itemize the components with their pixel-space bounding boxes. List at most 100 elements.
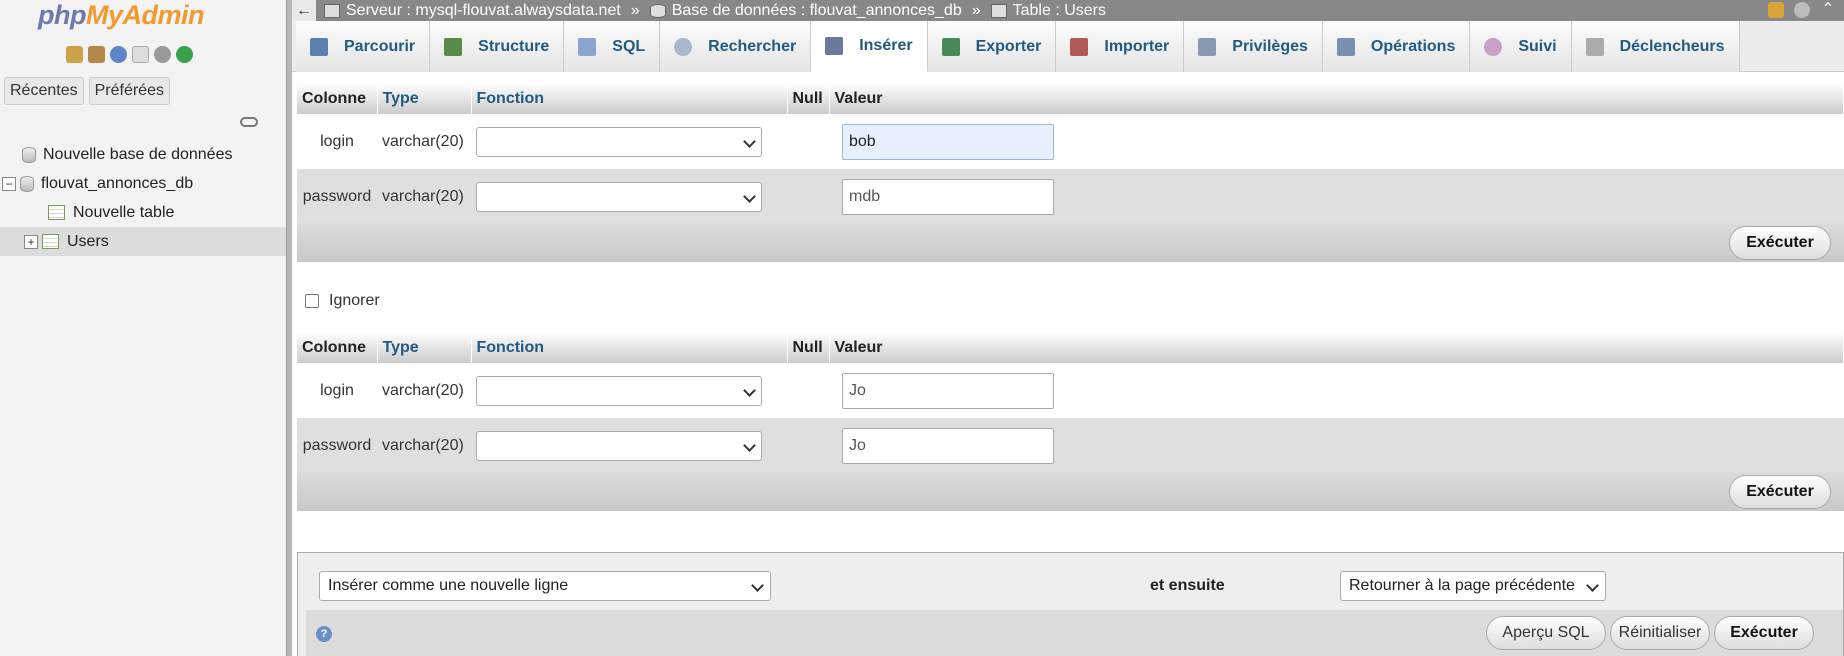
column-name: password xyxy=(297,418,377,473)
value-input[interactable] xyxy=(842,123,1054,160)
function-select[interactable] xyxy=(476,181,762,212)
panel-splitter[interactable] xyxy=(286,0,292,656)
value-input[interactable] xyxy=(842,372,1054,409)
table-row: password varchar(20) xyxy=(297,169,1844,224)
execute-button-1[interactable]: Exécuter xyxy=(1729,226,1831,260)
privileges-icon xyxy=(1198,37,1217,56)
tree-label-new-table: Nouvelle table xyxy=(73,203,175,221)
database-icon xyxy=(20,175,34,192)
breadcrumb: ← Serveur : mysql-flouvat.alwaysdata.net… xyxy=(292,0,1844,21)
eye-icon xyxy=(1484,37,1503,56)
new-database-icon xyxy=(22,146,36,163)
docs-icon[interactable] xyxy=(132,46,149,63)
search-icon xyxy=(674,37,693,56)
execute-button[interactable]: Exécuter xyxy=(1714,616,1814,650)
col-header-colonne: Colonne xyxy=(297,83,378,114)
top-right-icons: ⌃ xyxy=(1768,2,1836,18)
reload-icon[interactable] xyxy=(176,46,193,63)
col-header-fonction[interactable]: Fonction xyxy=(471,332,788,363)
bottom-actions: ? Aperçu SQL Réinitialiser Exécuter xyxy=(306,610,1843,656)
insert-form-1: Colonne Type Fonction Null Valeur login … xyxy=(297,83,1844,224)
wrench-icon xyxy=(1336,37,1355,56)
breadcrumb-server[interactable]: Serveur : mysql-flouvat.alwaysdata.net xyxy=(324,2,621,20)
tab-label: Importer xyxy=(1104,37,1170,55)
ignore-option[interactable]: Ignorer xyxy=(305,292,380,310)
et-ensuite-label: et ensuite xyxy=(1150,577,1225,594)
col-header-type[interactable]: Type xyxy=(377,83,472,114)
column-type: varchar(20) xyxy=(377,363,471,418)
recent-tab[interactable]: Récentes xyxy=(4,77,84,105)
back-arrow-icon[interactable]: ← xyxy=(292,0,316,21)
execute-button-2[interactable]: Exécuter xyxy=(1729,475,1831,509)
settings-gear-icon[interactable] xyxy=(1794,2,1810,18)
col-header-null: Null xyxy=(787,83,830,114)
navigation-panel: phpMyAdmin Récentes Préférées Nouvelle b… xyxy=(0,0,286,656)
preview-sql-button[interactable]: Aperçu SQL xyxy=(1486,616,1606,650)
column-name: login xyxy=(297,363,377,418)
breadcrumb-database[interactable]: Base de données : flouvat_annonces_db xyxy=(649,1,962,20)
tab-parcourir[interactable]: Parcourir xyxy=(296,21,431,72)
breadcrumb-database-label: Base de données : flouvat_annonces_db xyxy=(671,1,962,19)
execute-bar-2: Exécuter xyxy=(297,472,1844,511)
new-table-icon xyxy=(48,205,65,220)
breadcrumb-table-label: Table : Users xyxy=(1012,1,1106,19)
insert-options-fieldset: Insérer comme une nouvelle ligne et ensu… xyxy=(297,552,1844,656)
col-header-null: Null xyxy=(787,332,830,363)
tree-label-new-db: Nouvelle base de données xyxy=(43,145,233,163)
help-icon[interactable] xyxy=(110,46,127,63)
table-icon xyxy=(42,234,59,249)
tab-operations[interactable]: Opérations xyxy=(1322,21,1471,72)
reset-button[interactable]: Réinitialiser xyxy=(1610,616,1710,650)
tree-item-users[interactable]: + Users xyxy=(0,227,286,256)
tree-item-new-table[interactable]: Nouvelle table xyxy=(0,198,286,227)
after-insert-select[interactable]: Retourner à la page précédente xyxy=(1340,571,1606,601)
column-type: varchar(20) xyxy=(377,418,471,473)
tab-declencheurs[interactable]: Déclencheurs xyxy=(1571,21,1740,72)
col-header-type[interactable]: Type xyxy=(377,332,472,363)
function-select[interactable] xyxy=(476,126,762,157)
tab-suivi[interactable]: Suivi xyxy=(1470,21,1572,72)
tab-exporter[interactable]: Exporter xyxy=(927,21,1057,72)
insert-mode-select[interactable]: Insérer comme une nouvelle ligne xyxy=(319,571,771,601)
database-tree: Nouvelle base de données − flouvat_annon… xyxy=(0,140,286,256)
tab-label: Déclencheurs xyxy=(1619,37,1725,55)
expand-icon[interactable]: + xyxy=(24,234,38,249)
after-insert-value: Retourner à la page précédente xyxy=(1349,577,1575,594)
tree-item-db[interactable]: − flouvat_annonces_db xyxy=(0,169,286,198)
tab-structure[interactable]: Structure xyxy=(430,21,565,72)
value-input[interactable] xyxy=(842,178,1054,215)
value-input[interactable] xyxy=(842,427,1054,464)
function-select[interactable] xyxy=(476,375,762,406)
collapse-icon[interactable]: − xyxy=(2,176,16,191)
col-header-fonction[interactable]: Fonction xyxy=(471,83,788,114)
insert-mode-value: Insérer comme une nouvelle ligne xyxy=(328,577,569,594)
quick-icons xyxy=(66,46,193,63)
column-type: varchar(20) xyxy=(377,169,471,224)
link-with-main-panel-icon[interactable] xyxy=(240,117,258,127)
breadcrumb-table[interactable]: Table : Users xyxy=(990,1,1106,20)
logo-php-text: php xyxy=(38,0,86,30)
header-row: Colonne Type Fonction Null Valeur xyxy=(297,332,1844,363)
column-name: login xyxy=(297,114,377,169)
function-select[interactable] xyxy=(476,430,762,461)
tab-sql[interactable]: SQL xyxy=(564,21,661,72)
logout-icon[interactable] xyxy=(88,46,105,63)
tab-label: Suivi xyxy=(1518,37,1557,55)
phpmyadmin-logo[interactable]: phpMyAdmin xyxy=(38,0,204,31)
tree-item-new-db[interactable]: Nouvelle base de données xyxy=(0,140,286,169)
tab-importer[interactable]: Importer xyxy=(1056,21,1185,72)
collapse-top-icon[interactable]: ⌃ xyxy=(1820,2,1836,18)
table-tabs: Parcourir Structure SQL Rechercher Insér… xyxy=(292,21,1844,72)
tab-privileges[interactable]: Privilèges xyxy=(1184,21,1323,72)
help-icon[interactable]: ? xyxy=(316,626,332,642)
tab-inserer[interactable]: Insérer xyxy=(811,21,928,72)
browse-icon xyxy=(310,37,328,56)
insert-icon xyxy=(825,37,844,55)
tab-rechercher[interactable]: Rechercher xyxy=(660,21,812,72)
favorites-tab[interactable]: Préférées xyxy=(88,77,170,105)
lock-icon[interactable] xyxy=(1768,2,1784,18)
settings-gear-icon[interactable] xyxy=(154,46,171,63)
column-name: password xyxy=(297,169,377,224)
ignore-checkbox[interactable] xyxy=(305,294,319,308)
home-icon[interactable] xyxy=(66,46,83,63)
